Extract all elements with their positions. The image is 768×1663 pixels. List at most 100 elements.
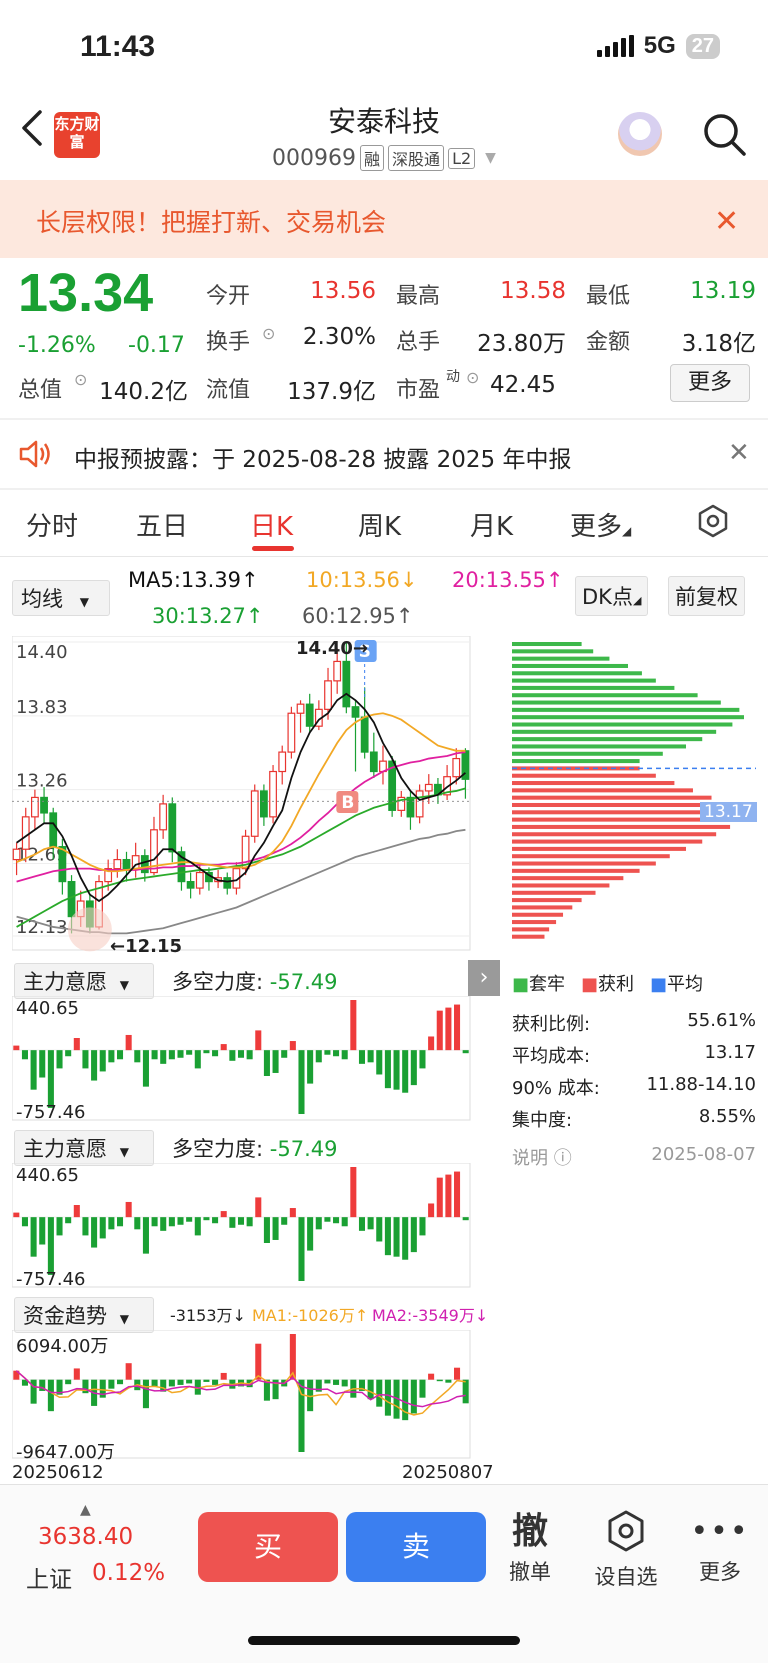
- tab-daily-k[interactable]: 日K: [250, 506, 293, 543]
- candle: [424, 783, 433, 792]
- expand-up-icon[interactable]: ▲: [80, 1502, 91, 1518]
- profit-bar: [512, 795, 712, 800]
- indicator-bar: [21, 1217, 28, 1227]
- indicator-bar: [410, 1217, 417, 1253]
- tab-more-label: 更多: [570, 512, 623, 542]
- indicator-bar: [255, 1030, 262, 1051]
- indicator-bar: [281, 1050, 288, 1058]
- home-indicator: [248, 1636, 520, 1645]
- indicator2-selector[interactable]: 主力意愿 ▼: [14, 1130, 154, 1166]
- indicator-bar: [402, 1379, 409, 1421]
- pe-label: 市盈: [396, 378, 441, 403]
- candle: [58, 846, 67, 883]
- indicator-bar: [419, 1217, 426, 1236]
- indicator-bar: [30, 1050, 37, 1090]
- indicator-bar: [82, 1050, 89, 1069]
- add-watchlist-button[interactable]: 设自选: [586, 1508, 666, 1591]
- indicator-bar: [220, 1044, 227, 1051]
- avg-cost-row: 平均成本: 13.17: [512, 1042, 756, 1067]
- candle: [360, 716, 369, 753]
- fund-flow-value: -3153万↓: [170, 1306, 246, 1325]
- indicator-bar: [65, 1217, 72, 1224]
- info-icon[interactable]: ⊙: [262, 324, 275, 343]
- tab-monthly-k[interactable]: 月K: [470, 506, 513, 543]
- tab-weekly-k[interactable]: 周K: [358, 506, 401, 543]
- tab-five-day[interactable]: 五日: [136, 506, 188, 543]
- avg-cost-tag: 13.17: [700, 802, 757, 822]
- indicator-bar: [272, 1217, 279, 1240]
- open-value: 13.56: [310, 278, 376, 304]
- indicator-bar: [160, 1217, 167, 1231]
- search-icon[interactable]: [700, 110, 748, 158]
- fund-flow-selector[interactable]: 资金趋势 ▼: [14, 1297, 154, 1333]
- adjust-button[interactable]: 前复权: [668, 576, 745, 616]
- more-quote-button[interactable]: 更多: [670, 364, 750, 402]
- sell-button[interactable]: 卖: [346, 1512, 486, 1582]
- kline-chart[interactable]: 14.4013.8313.2612.6912.13BS: [12, 636, 500, 956]
- dropdown-icon: ▼: [79, 595, 89, 609]
- indicator-bar: [324, 1217, 331, 1222]
- candle: [49, 812, 58, 848]
- indicator1-ymin: -757.46: [16, 1102, 86, 1123]
- buy-button[interactable]: 买: [198, 1512, 338, 1582]
- indicator-bar: [108, 1050, 115, 1063]
- tab-intraday[interactable]: 分时: [26, 506, 78, 543]
- close-icon[interactable]: ✕: [714, 204, 739, 239]
- indicator-bar: [436, 1177, 443, 1218]
- indicator-bar: [13, 1045, 20, 1051]
- candle: [369, 751, 378, 773]
- fund-flow-ymin: -9647.00万: [16, 1442, 115, 1463]
- candle: [269, 770, 277, 818]
- indicator-bar: [289, 1208, 296, 1218]
- open-label: 今开: [206, 284, 251, 309]
- info-icon[interactable]: ⊙: [466, 368, 479, 387]
- ma30-value: 30:13.27↑: [152, 604, 264, 628]
- distribution-legend: ■套牢 ■获利 ■平均: [512, 970, 703, 996]
- indicator-bar: [56, 1217, 63, 1236]
- indicator-bar: [410, 1379, 417, 1414]
- indicator2-ymin: -757.46: [16, 1269, 86, 1290]
- indicator-bar: [125, 1363, 132, 1380]
- indicator-bar: [177, 1050, 184, 1058]
- low-mark: ←12.15: [110, 936, 183, 957]
- close-icon[interactable]: ✕: [728, 438, 750, 468]
- cancel-order-button[interactable]: 撤 撤单: [490, 1508, 570, 1586]
- tab-more[interactable]: 更多◢: [570, 506, 631, 543]
- dropdown-icon[interactable]: ▼: [485, 150, 496, 166]
- indicator-bar: [358, 1050, 366, 1064]
- chip-distribution-chart[interactable]: [512, 636, 756, 956]
- indicator-bar: [177, 1379, 184, 1385]
- expand-panel-button[interactable]: ›: [468, 960, 500, 996]
- indicator-bar: [194, 1050, 201, 1069]
- dk-point-button[interactable]: DK点◢: [575, 576, 649, 616]
- indicator-bar: [454, 1171, 461, 1218]
- indicator-bar: [410, 1050, 417, 1086]
- more-button[interactable]: ••• 更多: [680, 1508, 760, 1586]
- indicator-bar: [281, 1217, 288, 1225]
- indicator1-selector[interactable]: 主力意愿 ▼: [14, 963, 154, 999]
- note-row[interactable]: 说明 ⓘ 2025-08-07: [512, 1144, 756, 1170]
- indicator-bar: [82, 1217, 89, 1236]
- mktcap-label: 总值: [18, 378, 63, 403]
- indicator-bar: [436, 1010, 443, 1051]
- assistant-avatar[interactable]: [618, 112, 662, 156]
- indicator-bar: [168, 1217, 175, 1227]
- amount-value: 3.18亿: [681, 331, 756, 357]
- profit-bar: [512, 876, 624, 881]
- divider: [0, 556, 768, 557]
- cancel-icon: 撤: [511, 1511, 548, 1552]
- indicator-bar: [151, 1217, 158, 1227]
- indicator-bar: [108, 1379, 115, 1389]
- profit-bar: [512, 905, 573, 910]
- low-label: 最低: [586, 284, 631, 309]
- ma-selector[interactable]: 均线 ▼: [12, 580, 110, 616]
- y-tick-label: 13.26: [16, 771, 68, 792]
- indicator-bar: [445, 1379, 452, 1383]
- info-icon[interactable]: ⊙: [74, 370, 87, 389]
- index-value[interactable]: 3638.40: [38, 1524, 133, 1550]
- trapped-bar: [512, 722, 733, 727]
- indicator-bar: [428, 1203, 435, 1218]
- settings-icon[interactable]: [696, 504, 730, 538]
- notice-text[interactable]: 中报预披露：于 2025-08-28 披露 2025 年中报: [74, 440, 571, 474]
- change-amount: -0.17: [128, 333, 185, 358]
